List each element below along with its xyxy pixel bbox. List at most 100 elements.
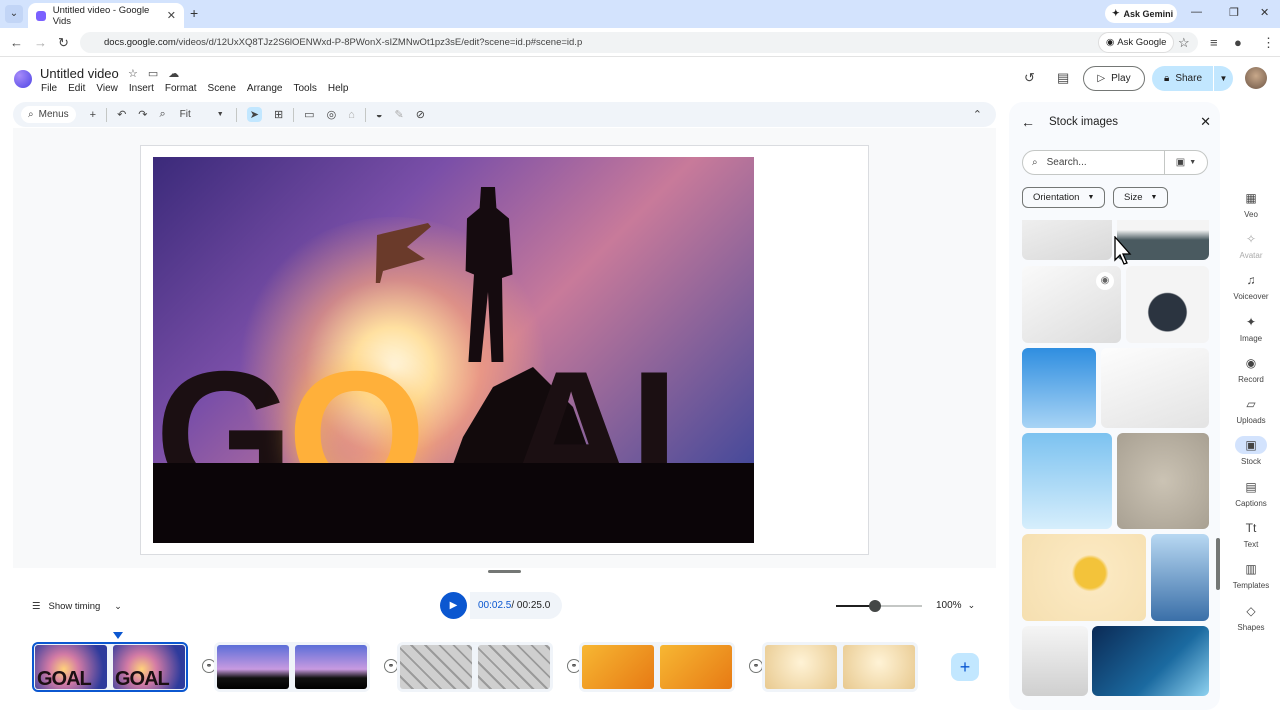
url-field[interactable]: docs.google.com/videos/d/12UxXQ8TJz2S6lO… — [80, 32, 1198, 53]
timeline-scene[interactable] — [214, 642, 370, 692]
rail-uploads[interactable]: ▱ Uploads — [1226, 395, 1276, 425]
rail-avatar[interactable]: ✧ Avatar — [1226, 230, 1276, 260]
timeline-scene[interactable] — [32, 642, 188, 692]
forward-icon[interactable]: → — [34, 35, 47, 50]
playhead-marker[interactable] — [113, 632, 123, 639]
zoom-select-label: Fit — [179, 109, 191, 120]
rail-templates[interactable]: ▥ Templates — [1226, 560, 1276, 590]
timeline-zoom-select[interactable]: 100% ⌄ — [936, 600, 975, 611]
rail-stock[interactable]: ▣ Stock — [1226, 436, 1276, 466]
document-title[interactable]: Untitled video — [40, 66, 119, 81]
back-icon[interactable]: ← — [10, 35, 23, 50]
timeline-scene[interactable] — [397, 642, 553, 692]
collapse-toolbar-icon[interactable]: ⌃ — [973, 108, 982, 121]
avatar[interactable] — [1245, 67, 1267, 89]
preview-eye-icon[interactable]: ◉ — [1096, 272, 1114, 290]
menu-arrange[interactable]: Arrange — [247, 83, 283, 94]
stock-image[interactable] — [1022, 220, 1112, 260]
stock-image[interactable] — [1022, 626, 1088, 696]
menu-tools[interactable]: Tools — [293, 83, 316, 94]
stock-image[interactable] — [1126, 266, 1209, 343]
menu-view[interactable]: View — [96, 83, 118, 94]
reload-icon[interactable]: ↻ — [58, 35, 69, 51]
timeline-scene[interactable] — [579, 642, 735, 692]
cloud-status-icon[interactable]: ☁ — [168, 68, 189, 80]
add-icon[interactable]: + — [90, 109, 96, 121]
menu-format[interactable]: Format — [165, 83, 197, 94]
stock-image[interactable] — [1022, 534, 1146, 621]
ask-google-button[interactable]: ◉ Ask Google — [1098, 32, 1175, 53]
orientation-filter[interactable]: Orientation ▼ — [1022, 187, 1106, 208]
slide-image[interactable]: GO AL — [153, 157, 754, 543]
stock-image[interactable]: ◉ — [1022, 266, 1121, 343]
search-menus-field[interactable]: ⌕ Menus — [21, 106, 76, 123]
menu-file[interactable]: File — [41, 83, 57, 94]
rail-veo[interactable]: ▦ Veo — [1226, 189, 1276, 219]
stock-image[interactable] — [1151, 534, 1209, 621]
rail-record[interactable]: ◉ Record — [1226, 354, 1276, 384]
undo-icon[interactable]: ↶ — [117, 108, 126, 121]
comments-icon[interactable]: ▤ — [1057, 70, 1069, 86]
version-history-icon[interactable]: ↺ — [1024, 70, 1035, 86]
bookmark-star-icon[interactable]: ☆ — [1178, 35, 1190, 51]
back-arrow-icon[interactable]: ← — [1021, 114, 1035, 130]
stock-image[interactable] — [1117, 433, 1209, 529]
stock-image[interactable] — [1101, 348, 1209, 428]
zoom-select[interactable]: Fit ▼ — [180, 109, 224, 120]
size-filter[interactable]: Size ▼ — [1113, 187, 1169, 208]
rail-image[interactable]: ✦ Image — [1226, 313, 1276, 343]
close-window-icon[interactable]: ✕ — [1260, 6, 1269, 19]
image-type-filter[interactable]: ▣ ▼ — [1164, 150, 1207, 175]
textbox-icon[interactable]: ⊞ — [274, 108, 283, 121]
zoom-icon[interactable]: ⌕ — [160, 108, 166, 121]
theme-palette-icon[interactable]: ◎ — [327, 108, 337, 121]
tab-search-button[interactable]: ⌄ — [5, 5, 23, 23]
profile-icon[interactable]: ● — [1234, 35, 1242, 50]
restore-icon[interactable]: ❐ — [1229, 6, 1239, 19]
share-button[interactable]: 🔒︎ Share ▼ — [1152, 66, 1233, 91]
paint-format-icon[interactable]: ⌂ — [348, 109, 355, 121]
timeline-play-button[interactable]: ▶ — [440, 592, 467, 619]
menu-edit[interactable]: Edit — [68, 83, 85, 94]
menu-insert[interactable]: Insert — [129, 83, 154, 94]
play-button[interactable]: ▷ Play — [1083, 66, 1145, 91]
tab-sidebar-icon[interactable]: ≡ — [1210, 35, 1218, 50]
menu-help[interactable]: Help — [328, 83, 349, 94]
chevron-down-icon[interactable]: ⌄ — [114, 601, 122, 612]
timeline-zoom-knob[interactable] — [868, 600, 881, 612]
share-dropdown-icon[interactable]: ▼ — [1213, 66, 1233, 91]
resize-handle[interactable] — [488, 570, 521, 573]
browser-tab[interactable]: Untitled video - Google Vids ✕ — [28, 3, 184, 28]
fill-color-icon[interactable]: ◒ — [376, 109, 383, 121]
ask-gemini-button[interactable]: ✦ Ask Gemini — [1105, 4, 1177, 23]
border-color-icon[interactable]: ✎ — [394, 108, 403, 121]
show-timing-toggle[interactable]: ☰ Show timing ⌄ — [32, 596, 122, 616]
transition-icon[interactable]: ⚭ — [384, 659, 398, 673]
select-cursor-icon[interactable]: ➤ — [246, 107, 262, 122]
rail-captions[interactable]: ▤ Captions — [1226, 478, 1276, 508]
panel-scrollbar[interactable] — [1216, 538, 1220, 590]
close-tab-icon[interactable]: ✕ — [167, 9, 176, 22]
timeline-scene[interactable] — [762, 642, 918, 692]
current-time: 00:02.5 — [478, 600, 512, 611]
stock-search-input[interactable]: ⌕ Search... ▣ ▼ — [1022, 150, 1208, 175]
new-tab-button[interactable]: + — [190, 5, 198, 21]
stock-image[interactable] — [1092, 626, 1209, 696]
stock-image[interactable] — [1022, 348, 1096, 428]
vids-logo-icon[interactable] — [14, 70, 32, 88]
redo-icon[interactable]: ↷ — [138, 108, 147, 121]
menu-scene[interactable]: Scene — [208, 83, 236, 94]
star-icon[interactable]: ☆ — [128, 68, 148, 80]
link-icon[interactable]: ⊘ — [416, 108, 425, 121]
move-folder-icon[interactable]: ▭ — [148, 68, 168, 80]
background-icon[interactable]: ▭ — [304, 108, 314, 121]
rail-text[interactable]: Tt Text — [1226, 519, 1276, 549]
rail-shapes[interactable]: ◇ Shapes — [1226, 602, 1276, 632]
transition-icon[interactable]: ⚭ — [749, 659, 763, 673]
stock-image[interactable] — [1022, 433, 1112, 529]
add-scene-button[interactable]: + — [951, 653, 979, 681]
close-icon[interactable]: ✕ — [1200, 114, 1211, 130]
browser-menu-icon[interactable]: ⋮ — [1262, 35, 1275, 51]
rail-voiceover[interactable]: ♫ Voiceover — [1226, 271, 1276, 301]
minimize-icon[interactable]: — — [1191, 6, 1202, 18]
